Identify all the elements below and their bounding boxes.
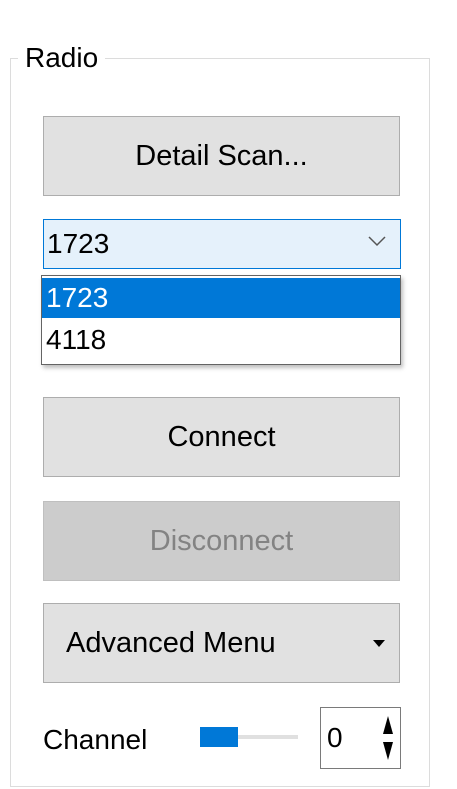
triangle-up-icon[interactable] (380, 712, 396, 737)
advanced-menu-button[interactable]: Advanced Menu (43, 603, 400, 683)
caret-down-icon (373, 640, 385, 647)
dropdown-option-4118[interactable]: 4118 (42, 320, 400, 360)
dropdown-option-1723[interactable]: 1723 (42, 278, 400, 318)
combobox-selected-value: 1723 (47, 228, 110, 259)
spinbox-value[interactable]: 0 (327, 721, 343, 755)
device-combobox[interactable]: 1723 (43, 219, 401, 269)
chevron-down-icon[interactable] (366, 230, 388, 252)
channel-spinbox[interactable]: 0 (320, 707, 401, 769)
channel-slider[interactable] (200, 722, 300, 756)
advanced-menu-label: Advanced Menu (66, 626, 276, 659)
groupbox-title: Radio (18, 40, 106, 76)
connect-button[interactable]: Connect (43, 397, 400, 477)
slider-thumb[interactable] (200, 727, 238, 747)
triangle-down-icon[interactable] (380, 739, 396, 764)
detail-scan-button[interactable]: Detail Scan... (43, 116, 400, 196)
channel-label: Channel (43, 724, 148, 755)
radio-panel: Radio Detail Scan... 1723 1723 4118 Conn… (0, 0, 457, 789)
disconnect-button: Disconnect (43, 501, 400, 581)
combobox-dropdown-list: 1723 4118 (41, 275, 401, 365)
